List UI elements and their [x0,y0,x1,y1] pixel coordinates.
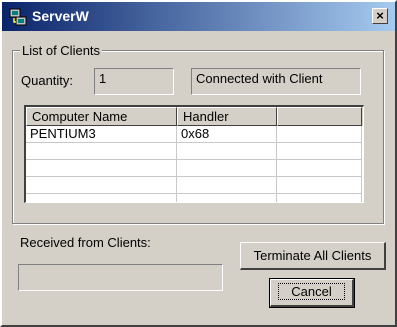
connection-status-field: Connected with Client [191,68,361,95]
column-header-computer-name[interactable]: Computer Name [26,107,177,126]
cell-computer-name [26,143,177,160]
terminate-all-clients-button[interactable]: Terminate All Clients [240,242,386,270]
close-button[interactable]: × [372,8,388,24]
table-row[interactable] [26,194,363,202]
column-header-empty[interactable] [277,107,362,126]
app-icon [9,8,27,26]
title-bar[interactable]: ServerW × [2,2,395,31]
cell-extra [277,126,362,143]
cell-computer-name [26,177,177,194]
cancel-button[interactable]: Cancel [269,278,355,308]
cell-handler [177,194,277,202]
table-row[interactable]: PENTIUM3 0x68 [26,126,363,143]
cell-handler: 0x68 [177,126,277,143]
quantity-label: Quantity: [21,73,74,88]
received-label: Received from Clients: [20,235,151,250]
cell-extra [277,160,362,177]
list-header: Computer Name Handler [26,107,363,126]
cell-computer-name [26,194,177,202]
cell-extra [277,194,362,202]
received-field [18,264,223,291]
cell-extra [277,177,362,194]
cancel-button-label: Cancel [278,283,345,300]
table-row[interactable] [26,177,363,194]
quantity-field: 1 [94,68,174,95]
table-row[interactable] [26,143,363,160]
cell-handler [177,177,277,194]
clients-group-label: List of Clients [20,43,103,58]
table-row[interactable] [26,160,363,177]
cell-computer-name: PENTIUM3 [26,126,177,143]
cell-computer-name [26,160,177,177]
cell-handler [177,160,277,177]
cell-handler [177,143,277,160]
window-title: ServerW [32,8,89,24]
cell-extra [277,143,362,160]
column-header-handler[interactable]: Handler [177,107,277,126]
clients-list[interactable]: Computer Name Handler PENTIUM3 0x68 [24,105,364,203]
serverw-dialog: ServerW × List of Clients Quantity: 1 Co… [0,0,397,327]
